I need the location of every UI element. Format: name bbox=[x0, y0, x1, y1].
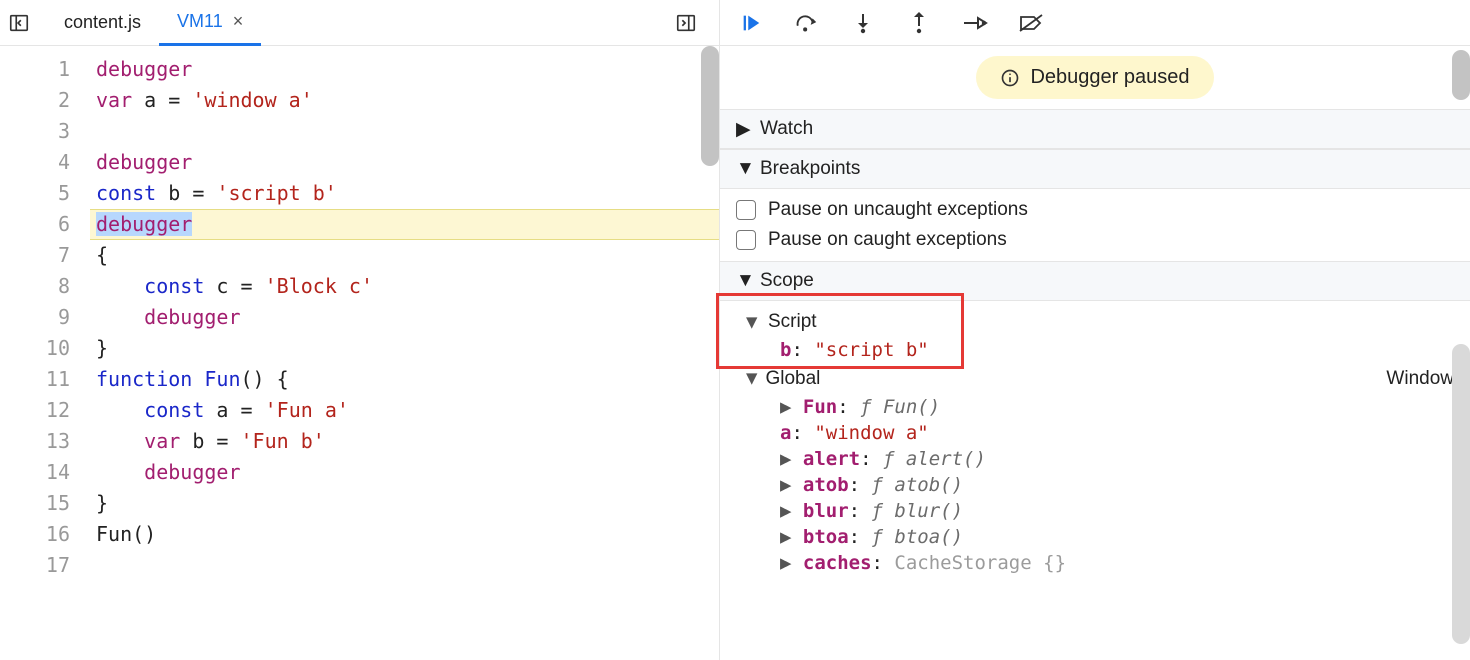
deactivate-breakpoints-icon[interactable] bbox=[1018, 10, 1044, 36]
line-number: 4 bbox=[0, 147, 70, 178]
debugger-panel: Debugger paused ▶ Watch ▼ Breakpoints Pa… bbox=[720, 0, 1470, 660]
scope-global-prop[interactable]: ▶ alert: ƒ alert() bbox=[736, 446, 1454, 472]
code-line[interactable]: debugger bbox=[96, 54, 719, 85]
resume-icon[interactable] bbox=[738, 10, 764, 36]
chevron-right-icon: ▶ bbox=[780, 396, 803, 418]
line-number: 6 bbox=[0, 209, 70, 240]
code-line[interactable]: { bbox=[96, 240, 719, 271]
scope-section-body: ▼ Script b: "script b" ▼Global Window ▶ … bbox=[720, 301, 1470, 582]
line-number: 9 bbox=[0, 302, 70, 333]
code-line[interactable]: } bbox=[96, 333, 719, 364]
scope-script-header[interactable]: ▼ Script bbox=[736, 307, 1454, 337]
debug-toolbar bbox=[720, 0, 1470, 46]
line-number: 8 bbox=[0, 271, 70, 302]
scope-global-header[interactable]: ▼Global Window bbox=[736, 363, 1454, 394]
checkbox-icon[interactable] bbox=[736, 230, 756, 250]
chevron-right-icon: ▶ bbox=[780, 474, 803, 496]
line-number: 10 bbox=[0, 333, 70, 364]
line-number: 13 bbox=[0, 426, 70, 457]
code-line[interactable]: function Fun() { bbox=[96, 364, 719, 395]
code-line[interactable]: const c = 'Block c' bbox=[96, 271, 719, 302]
code-line[interactable]: Fun() bbox=[96, 519, 719, 550]
chevron-down-icon: ▼ bbox=[736, 270, 750, 292]
chevron-down-icon: ▼ bbox=[746, 367, 757, 389]
scope-script-prop[interactable]: b: "script b" bbox=[736, 337, 1454, 363]
line-number: 11 bbox=[0, 364, 70, 395]
source-scrollbar[interactable] bbox=[701, 46, 719, 166]
code-line[interactable]: var b = 'Fun b' bbox=[96, 426, 719, 457]
pause-uncaught-row[interactable]: Pause on uncaught exceptions bbox=[736, 195, 1454, 225]
line-number: 2 bbox=[0, 85, 70, 116]
step-icon[interactable] bbox=[962, 10, 988, 36]
line-number: 16 bbox=[0, 519, 70, 550]
chevron-right-icon: ▶ bbox=[780, 552, 803, 574]
code-content[interactable]: debuggervar a = 'window a'debuggerconst … bbox=[90, 46, 719, 660]
chevron-right-icon: ▶ bbox=[780, 500, 803, 522]
navigator-toggle-icon[interactable] bbox=[6, 10, 32, 36]
debugger-paused-chip: Debugger paused bbox=[976, 56, 1213, 99]
line-number: 15 bbox=[0, 488, 70, 519]
code-line[interactable]: const a = 'Fun a' bbox=[96, 395, 719, 426]
breakpoints-section-body: Pause on uncaught exceptions Pause on ca… bbox=[720, 189, 1470, 261]
line-number: 12 bbox=[0, 395, 70, 426]
line-number: 5 bbox=[0, 178, 70, 209]
scope-global-prop[interactable]: ▶ btoa: ƒ btoa() bbox=[736, 524, 1454, 550]
line-gutter: 1234567891011121314151617 bbox=[0, 46, 90, 660]
line-number: 7 bbox=[0, 240, 70, 271]
debugger-toggle-icon[interactable] bbox=[673, 10, 699, 36]
watch-section-header[interactable]: ▶ Watch bbox=[720, 109, 1470, 149]
scope-global-prop[interactable]: ▶ Fun: ƒ Fun() bbox=[736, 394, 1454, 420]
breakpoints-section-header[interactable]: ▼ Breakpoints bbox=[720, 149, 1470, 189]
source-editor[interactable]: 1234567891011121314151617 debuggervar a … bbox=[0, 46, 719, 660]
line-number: 3 bbox=[0, 116, 70, 147]
step-over-icon[interactable] bbox=[794, 10, 820, 36]
chevron-right-icon: ▶ bbox=[780, 448, 803, 470]
code-line[interactable]: debugger bbox=[96, 147, 719, 178]
code-line[interactable] bbox=[96, 550, 719, 581]
source-panel: content.js VM11 × 1234567891011121314151… bbox=[0, 0, 720, 660]
chevron-right-icon: ▶ bbox=[780, 526, 803, 548]
status-banner: Debugger paused bbox=[720, 46, 1470, 109]
scope-global-prop[interactable]: a: "window a" bbox=[736, 420, 1454, 446]
step-out-icon[interactable] bbox=[906, 10, 932, 36]
code-line[interactable]: const b = 'script b' bbox=[96, 178, 719, 209]
code-line[interactable]: } bbox=[96, 488, 719, 519]
scope-global-prop[interactable]: ▶ caches: CacheStorage {} bbox=[736, 550, 1454, 576]
scope-global-prop[interactable]: ▶ blur: ƒ blur() bbox=[736, 498, 1454, 524]
tab-content-js[interactable]: content.js bbox=[46, 0, 159, 46]
info-icon bbox=[1000, 68, 1020, 88]
panel-scrollbar[interactable] bbox=[1452, 344, 1470, 644]
chevron-down-icon: ▼ bbox=[736, 158, 750, 180]
code-line[interactable] bbox=[96, 116, 719, 147]
code-line[interactable]: var a = 'window a' bbox=[96, 85, 719, 116]
line-number: 14 bbox=[0, 457, 70, 488]
tab-vm11[interactable]: VM11 × bbox=[159, 0, 261, 46]
close-icon[interactable]: × bbox=[233, 11, 244, 32]
pause-caught-row[interactable]: Pause on caught exceptions bbox=[736, 225, 1454, 255]
line-number: 17 bbox=[0, 550, 70, 581]
chevron-right-icon: ▶ bbox=[736, 118, 750, 141]
scope-section-header[interactable]: ▼ Scope bbox=[720, 261, 1470, 301]
tabbar: content.js VM11 × bbox=[0, 0, 719, 46]
code-line[interactable]: debugger bbox=[96, 457, 719, 488]
scope-global-prop[interactable]: ▶ atob: ƒ atob() bbox=[736, 472, 1454, 498]
panel-scrollbar[interactable] bbox=[1452, 50, 1470, 100]
step-into-icon[interactable] bbox=[850, 10, 876, 36]
chevron-down-icon: ▼ bbox=[746, 311, 760, 333]
checkbox-icon[interactable] bbox=[736, 200, 756, 220]
code-line[interactable]: debugger bbox=[96, 302, 719, 333]
line-number: 1 bbox=[0, 54, 70, 85]
